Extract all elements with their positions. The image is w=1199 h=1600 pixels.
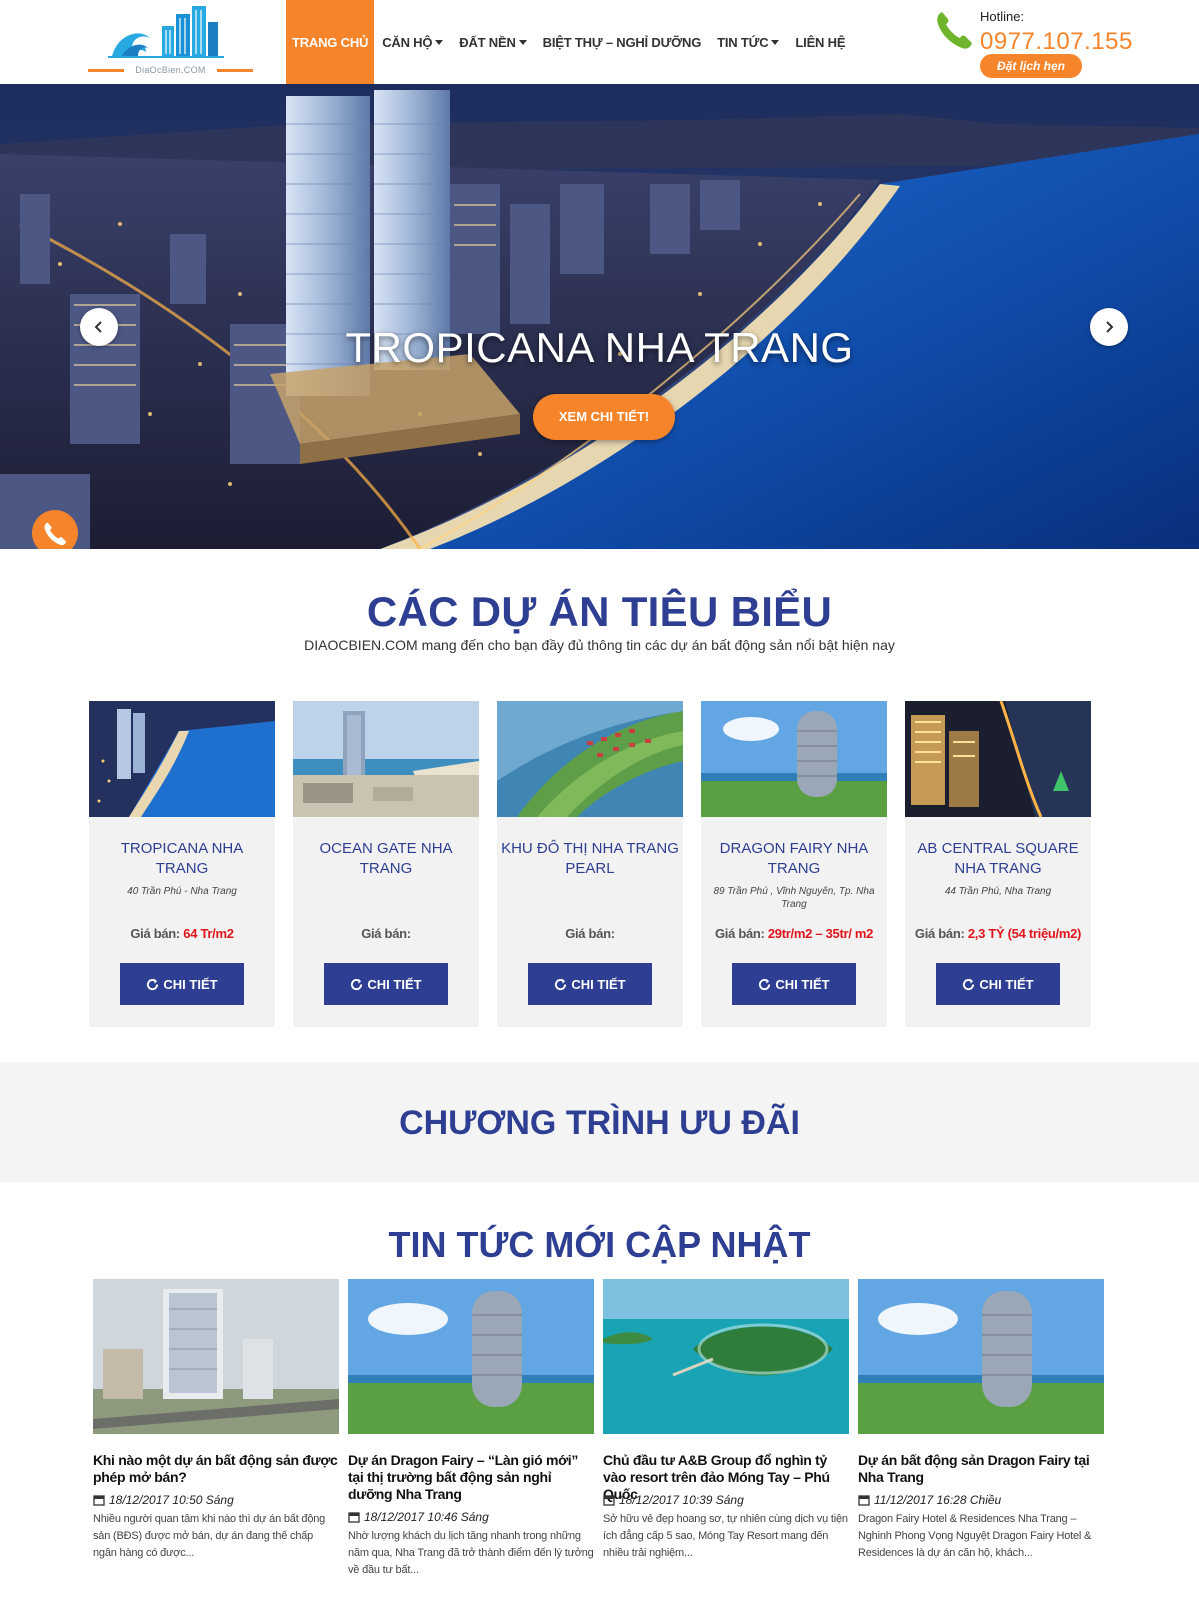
project-name[interactable]: DRAGON FAIRY NHA TRANG (705, 839, 883, 879)
project-price: Giá bán: 64 Tr/m2 (130, 926, 234, 941)
floating-call-button[interactable] (32, 510, 78, 549)
phone-icon (44, 522, 67, 546)
project-card[interactable]: TROPICANA NHA TRANG 40 Trần Phú - Nha Tr… (89, 701, 275, 1027)
nav-item-news[interactable]: TIN TỨC (709, 0, 787, 84)
project-price: Giá bán: 2,3 TỶ (54 triệu/m2) (914, 926, 1082, 941)
logo-text: DiaOcBien.COM (135, 65, 206, 75)
nav-item-villas-resorts[interactable]: BIỆT THỰ – NGHỈ DƯỠNG (535, 0, 709, 84)
project-detail-button[interactable]: CHI TIẾT (732, 963, 856, 1005)
news-grid: Khi nào một dự án bất động sản được phép… (93, 1279, 1105, 1599)
project-card[interactable]: KHU ĐÔ THỊ NHA TRANG PEARL Giá bán: CHI … (497, 701, 683, 1027)
news-date: 18/12/2017 10:50 Sáng (93, 1493, 339, 1507)
refresh-icon (963, 978, 975, 990)
news-thumbnail[interactable] (603, 1279, 849, 1434)
calendar-icon (93, 1495, 105, 1506)
projects-section-title: CÁC DỰ ÁN TIÊU BIỂU (366, 588, 833, 635)
news-section-title: TIN TỨC MỚI CẬP NHẬT (388, 1224, 811, 1265)
news-date: 18/12/2017 10:46 Sáng (348, 1510, 594, 1524)
projects-grid: TROPICANA NHA TRANG 40 Trần Phú - Nha Tr… (89, 701, 1109, 1027)
slider-next-button[interactable] (1090, 308, 1128, 346)
hero-slider: TROPICANA NHA TRANG XEM CHI TIẾT! (0, 84, 1199, 549)
slider-prev-button[interactable] (80, 308, 118, 346)
project-thumbnail[interactable] (905, 701, 1091, 817)
news-excerpt: Sở hữu vẻ đẹp hoang sơ, tự nhiên cùng dị… (603, 1513, 848, 1559)
project-thumbnail[interactable] (89, 701, 275, 817)
phone-icon (937, 12, 972, 49)
hotline-number[interactable]: 0977.107.155 (980, 28, 1133, 56)
project-address: 44 Trần Phú, Nha Trang (944, 886, 1052, 897)
caret-down-icon (518, 39, 527, 45)
project-name[interactable]: AB CENTRAL SQUARE NHA TRANG (909, 839, 1087, 879)
project-price: Giá bán: (565, 926, 615, 941)
news-excerpt: Nhiều người quan tâm khi nào thì dự án b… (93, 1513, 326, 1559)
refresh-icon (351, 978, 363, 990)
news-date: 11/12/2017 16:28 Chiều (858, 1493, 1104, 1507)
project-thumbnail[interactable] (497, 701, 683, 817)
project-address: 40 Trần Phú - Nha Trang (127, 886, 237, 897)
refresh-icon (759, 978, 771, 990)
projects-section-subtitle: DIAOCBIEN.COM mang đến cho bạn đầy đủ th… (304, 637, 895, 653)
news-title[interactable]: Dự án Dragon Fairy – “Làn gió mới” tại t… (348, 1452, 594, 1503)
project-detail-button[interactable]: CHI TIẾT (936, 963, 1060, 1005)
caret-down-icon (435, 39, 444, 45)
news-thumbnail[interactable] (348, 1279, 594, 1434)
news-date: 18/12/2017 10:39 Sáng (603, 1493, 849, 1507)
news-title[interactable]: Dự án bất động sản Dragon Fairy tại Nha … (858, 1452, 1104, 1486)
main-nav: TRANG CHỦ CĂN HỘ ĐẤT NỀN BIỆT THỰ – NGHỈ… (286, 0, 853, 84)
promo-section-title: CHƯƠNG TRÌNH ƯU ĐÃI (399, 1104, 800, 1142)
project-card[interactable]: OCEAN GATE NHA TRANG Giá bán: CHI TIẾT (293, 701, 479, 1027)
nav-item-home[interactable]: TRANG CHỦ (286, 0, 375, 84)
project-detail-button[interactable]: CHI TIẾT (528, 963, 652, 1005)
nav-item-apartments[interactable]: CĂN HỘ (374, 0, 451, 84)
nav-item-land[interactable]: ĐẤT NỀN (451, 0, 534, 84)
site-logo[interactable]: DiaOcBien.COM (88, 4, 253, 78)
project-price: Giá bán: 29tr/m2 – 35tr/ m2 (714, 926, 874, 941)
calendar-icon (858, 1495, 870, 1506)
project-card[interactable]: DRAGON FAIRY NHA TRANG 89 Trần Phú , Vĩn… (701, 701, 887, 1027)
news-excerpt: Dragon Fairy Hotel & Residences Nha Tran… (858, 1513, 1092, 1559)
calendar-icon (348, 1512, 360, 1523)
project-thumbnail[interactable] (701, 701, 887, 817)
news-title[interactable]: Khi nào một dự án bất động sản được phép… (93, 1452, 339, 1486)
news-thumbnail[interactable] (93, 1279, 339, 1434)
book-appointment-button[interactable]: Đặt lịch hẹn (980, 54, 1082, 78)
nav-item-contact[interactable]: LIÊN HỆ (787, 0, 853, 84)
project-name[interactable]: TROPICANA NHA TRANG (93, 839, 271, 879)
project-detail-button[interactable]: CHI TIẾT (120, 963, 244, 1005)
logo-graphic (108, 6, 224, 58)
chevron-left-icon (94, 321, 102, 333)
refresh-icon (147, 978, 159, 990)
hero-view-details-button[interactable]: XEM CHI TIẾT! (533, 394, 675, 440)
hero-image (0, 84, 1199, 549)
project-price: Giá bán: (361, 926, 411, 941)
project-card[interactable]: AB CENTRAL SQUARE NHA TRANG 44 Trần Phú,… (905, 701, 1091, 1027)
project-address: 89 Trần Phú , Vĩnh Nguyên, Tp. Nha Trang (713, 886, 875, 910)
news-excerpt: Nhờ lượng khách du lịch tăng nhanh trong… (348, 1530, 594, 1576)
hotline-box: Hotline: 0977.107.155 Đặt lịch hẹn (934, 6, 1164, 78)
site-header: DiaOcBien.COM TRANG CHỦ CĂN HỘ ĐẤT NỀN B… (0, 0, 1199, 84)
project-name[interactable]: OCEAN GATE NHA TRANG (297, 839, 475, 879)
calendar-icon (603, 1495, 615, 1506)
news-thumbnail[interactable] (858, 1279, 1104, 1434)
project-thumbnail[interactable] (293, 701, 479, 817)
caret-down-icon (771, 39, 780, 45)
project-detail-button[interactable]: CHI TIẾT (324, 963, 448, 1005)
hero-title: TROPICANA NHA TRANG (345, 324, 854, 371)
chevron-right-icon (1106, 321, 1114, 333)
project-name[interactable]: KHU ĐÔ THỊ NHA TRANG PEARL (501, 839, 679, 879)
hotline-label: Hotline: (980, 9, 1025, 24)
refresh-icon (555, 978, 567, 990)
